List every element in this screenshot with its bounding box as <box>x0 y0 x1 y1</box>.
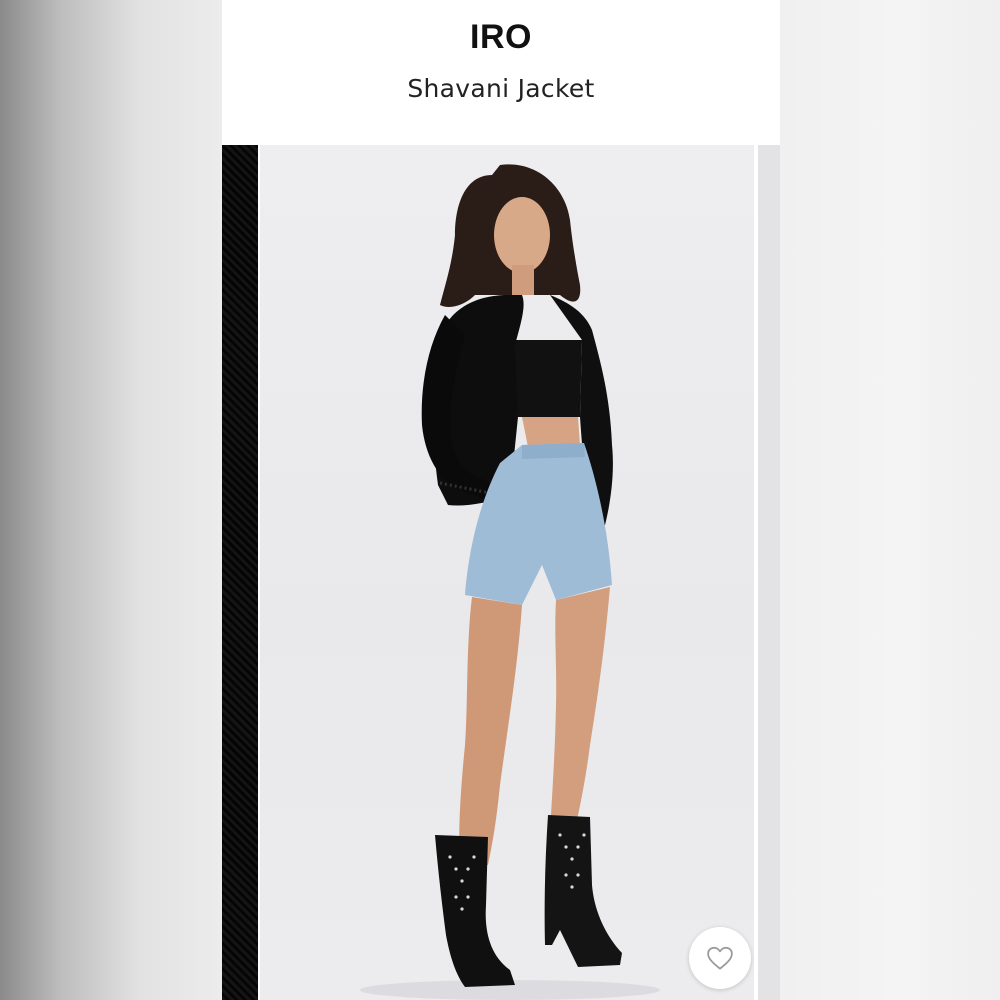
screen: IRO Shavani Jacket <box>0 0 1000 1000</box>
brand-name[interactable]: IRO <box>222 18 780 57</box>
face <box>494 197 550 273</box>
background-right <box>780 0 1000 1000</box>
favorite-button[interactable] <box>689 927 751 989</box>
neck <box>512 265 534 295</box>
midriff <box>522 417 580 447</box>
right-leg <box>550 587 610 835</box>
image-carousel[interactable] <box>222 145 780 1000</box>
model-photo <box>360 164 660 1000</box>
waistband <box>522 443 585 459</box>
crop-top <box>508 340 582 417</box>
product-image[interactable] <box>260 145 754 1000</box>
next-product-image[interactable] <box>758 145 780 1000</box>
product-header: IRO Shavani Jacket <box>222 0 780 145</box>
left-leg <box>459 597 522 865</box>
product-title: Shavani Jacket <box>407 74 595 103</box>
heart-outline-icon <box>707 946 733 970</box>
right-boot <box>544 815 622 967</box>
product-card: IRO Shavani Jacket <box>222 0 780 1000</box>
previous-product-image[interactable] <box>222 145 258 1000</box>
